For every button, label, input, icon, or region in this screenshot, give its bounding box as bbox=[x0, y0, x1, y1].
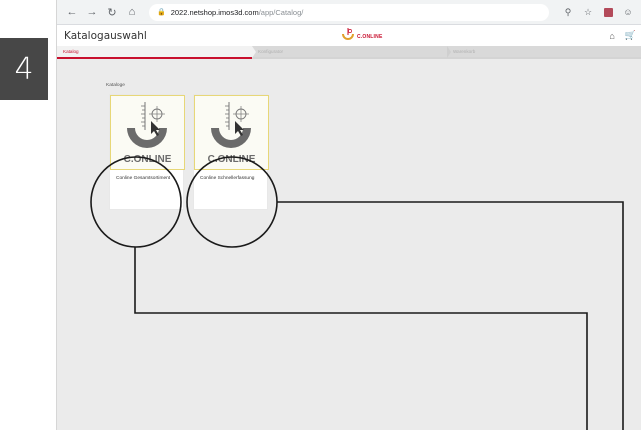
catalog-content: Kataloge C.ONLINE Conline Gesamtsortimen… bbox=[57, 61, 641, 430]
zoom-icon[interactable]: ⚲ bbox=[562, 6, 574, 18]
header-icons: ⌂ 🛒 bbox=[609, 30, 636, 41]
wizard-steps: Katalog Konfigurator Warenkorb bbox=[57, 46, 641, 59]
step-label: Warenkorb bbox=[453, 49, 476, 54]
lock-icon: 🔒 bbox=[157, 9, 166, 16]
brand-text: C.ONLINE bbox=[357, 34, 383, 40]
star-icon[interactable]: ☆ bbox=[582, 6, 594, 18]
step-arrow bbox=[447, 46, 451, 58]
url-host: 2022.netshop.imos3d.com bbox=[170, 7, 259, 17]
forward-icon[interactable]: → bbox=[85, 5, 99, 19]
step-konfigurator[interactable]: Konfigurator bbox=[252, 46, 451, 58]
profile-icon[interactable]: ☺ bbox=[622, 6, 634, 18]
catalog-logo-text: C.ONLINE bbox=[207, 154, 256, 165]
home-icon[interactable]: ⌂ bbox=[125, 5, 139, 19]
browser-actions: ⚲ ☆ ☺ bbox=[554, 6, 641, 18]
catalog-name: Conline Schnellerfassung bbox=[200, 176, 255, 181]
brand-mark-icon bbox=[342, 28, 354, 40]
step-arrow bbox=[252, 46, 256, 58]
app-header: Katalogauswahl C.ONLINE ⌂ 🛒 bbox=[57, 25, 641, 46]
catalog-logo-text: C.ONLINE bbox=[123, 154, 172, 165]
step-label: Katalog bbox=[63, 49, 79, 54]
cart-icon[interactable]: 🛒 bbox=[625, 30, 636, 41]
extension-icon[interactable] bbox=[602, 6, 614, 18]
catalog-logo: C.ONLINE bbox=[194, 95, 269, 170]
step-number-badge: 4 bbox=[0, 38, 48, 100]
catalog-card-schnellerfassung[interactable]: C.ONLINE Conline Schnellerfassung bbox=[193, 94, 269, 210]
url-path: /app/Catalog/ bbox=[258, 7, 304, 17]
step-katalog[interactable]: Katalog bbox=[57, 46, 256, 59]
catalog-list: C.ONLINE Conline Gesamtsortiment C.ONLIN… bbox=[109, 94, 277, 210]
catalogs-heading: Kataloge bbox=[106, 83, 125, 88]
home-icon[interactable]: ⌂ bbox=[609, 31, 614, 41]
back-icon[interactable]: ← bbox=[65, 5, 79, 19]
catalog-name: Conline Gesamtsortiment bbox=[116, 176, 171, 181]
page-title: Katalogauswahl bbox=[64, 29, 147, 42]
address-bar[interactable]: 🔒 2022.netshop.imos3d.com/app/Catalog/ bbox=[149, 3, 549, 21]
catalog-logo: C.ONLINE bbox=[110, 95, 185, 170]
step-warenkorb[interactable]: Warenkorb bbox=[447, 46, 641, 57]
step-label: Konfigurator bbox=[258, 49, 284, 54]
browser-toolbar: ← → ↻ ⌂ 🔒 2022.netshop.imos3d.com/app/Ca… bbox=[57, 0, 641, 25]
browser-window: ← → ↻ ⌂ 🔒 2022.netshop.imos3d.com/app/Ca… bbox=[56, 0, 641, 430]
reload-icon[interactable]: ↻ bbox=[105, 5, 119, 19]
brand-logo[interactable]: C.ONLINE bbox=[341, 28, 383, 42]
catalog-card-gesamtsortiment[interactable]: C.ONLINE Conline Gesamtsortiment bbox=[109, 94, 185, 210]
